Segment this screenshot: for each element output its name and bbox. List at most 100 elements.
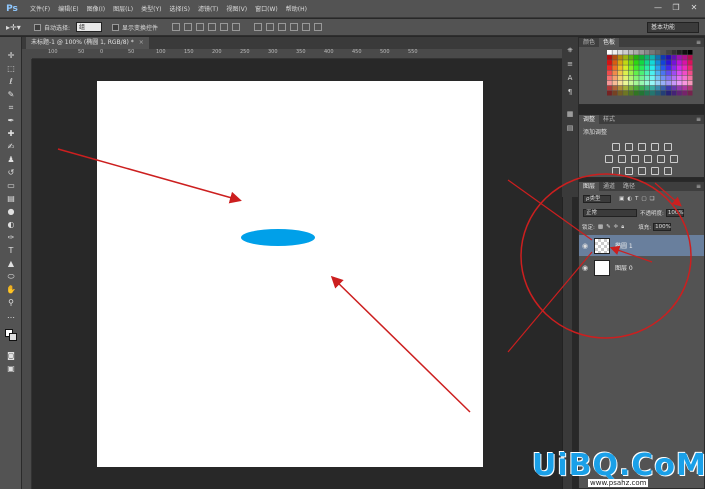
color-swatch[interactable] — [682, 50, 688, 55]
color-swatch[interactable] — [607, 80, 612, 86]
color-swatch[interactable] — [612, 60, 618, 65]
menu-edit[interactable]: 编辑(E) — [58, 4, 78, 13]
color-swatch[interactable] — [639, 80, 645, 86]
panel-menu-icon[interactable]: ≡ — [696, 182, 701, 191]
color-balance-icon[interactable] — [618, 155, 626, 163]
color-swatch[interactable] — [660, 80, 666, 86]
color-swatch[interactable] — [655, 65, 661, 70]
align-right-icon[interactable] — [232, 23, 241, 31]
color-swatch[interactable] — [617, 60, 623, 65]
color-swatch[interactable] — [671, 60, 677, 65]
color-swatch[interactable] — [660, 55, 666, 60]
lock-transparent-icon[interactable]: ▩ — [598, 224, 603, 230]
tab-layers[interactable]: 图层 — [579, 182, 600, 191]
color-swatch[interactable] — [644, 65, 650, 70]
color-swatch[interactable] — [633, 90, 639, 96]
menu-help[interactable]: 帮助(H) — [286, 4, 307, 13]
document-tab[interactable]: 未标题-1 @ 100% (椭圆 1, RGB/8) * × — [26, 37, 149, 49]
color-swatch[interactable] — [617, 55, 623, 60]
menu-type[interactable]: 类型(Y) — [141, 4, 161, 13]
shape-tool-icon[interactable]: ⬭ — [5, 272, 17, 282]
color-swatch[interactable] — [607, 90, 612, 96]
color-swatch[interactable] — [644, 60, 650, 65]
color-swatch[interactable] — [655, 70, 661, 76]
color-swatch[interactable] — [612, 85, 618, 91]
color-swatch[interactable] — [682, 70, 688, 76]
color-swatch[interactable] — [639, 60, 645, 65]
color-swatch[interactable] — [682, 65, 688, 70]
panel-menu-icon[interactable]: ≡ — [696, 38, 701, 47]
color-swatch[interactable] — [617, 85, 623, 91]
move-tool-icon[interactable]: ✛ — [5, 51, 17, 61]
color-swatch[interactable] — [639, 55, 645, 60]
color-swatch[interactable] — [623, 70, 628, 76]
vibrance-icon[interactable] — [663, 143, 672, 151]
curves-icon[interactable] — [637, 143, 646, 151]
color-swatch[interactable] — [623, 65, 628, 70]
color-swatch[interactable] — [676, 75, 682, 81]
show-transform-checkbox[interactable] — [112, 23, 120, 31]
history-panel-icon[interactable]: ⎈ — [565, 45, 575, 55]
color-swatch[interactable] — [623, 90, 628, 96]
align-vcenter-icon[interactable] — [184, 23, 193, 31]
color-swatch[interactable] — [687, 50, 693, 55]
color-swatch[interactable] — [612, 50, 618, 55]
color-swatch[interactable] — [655, 90, 661, 96]
layer-row-ellipse[interactable]: ◉ 椭圆 1 — [579, 235, 704, 256]
healing-tool-icon[interactable]: ✚ — [5, 129, 17, 139]
filter-pixel-icon[interactable]: ▣ — [619, 196, 624, 202]
color-swatch[interactable] — [666, 80, 671, 86]
tab-styles[interactable]: 样式 — [599, 115, 619, 124]
workspace-switcher[interactable]: 基本功能 — [647, 22, 699, 33]
auto-select-dropdown[interactable]: 组 — [76, 22, 103, 32]
hue-saturation-icon[interactable] — [605, 155, 613, 163]
color-swatch[interactable] — [676, 60, 682, 65]
move-tool-preset-icon[interactable]: ▸✛▾ — [6, 22, 24, 33]
color-swatch[interactable] — [660, 70, 666, 76]
swatch-grid[interactable] — [607, 50, 693, 96]
color-swatch[interactable] — [644, 80, 650, 86]
tab-paths[interactable]: 路径 — [619, 182, 639, 191]
color-lookup-icon[interactable] — [670, 155, 678, 163]
color-swatch[interactable] — [612, 65, 618, 70]
color-swatch[interactable] — [650, 65, 655, 70]
color-swatch[interactable] — [612, 55, 618, 60]
color-swatch[interactable] — [655, 50, 661, 55]
color-swatch[interactable] — [660, 50, 666, 55]
panel-menu-icon[interactable]: ≡ — [696, 115, 701, 124]
color-swatch[interactable] — [687, 65, 693, 70]
color-swatches-icon[interactable] — [5, 329, 17, 341]
color-swatch[interactable] — [687, 80, 693, 86]
paragraph-panel-icon[interactable]: ¶ — [565, 87, 575, 97]
screen-mode-icon[interactable]: ▣ — [5, 364, 17, 374]
document-canvas[interactable] — [97, 81, 483, 467]
color-swatch[interactable] — [633, 65, 639, 70]
distribute-vcenter-icon[interactable] — [266, 23, 275, 31]
color-swatch[interactable] — [623, 85, 628, 91]
filter-smart-icon[interactable]: ❏ — [650, 196, 655, 202]
brush-tool-icon[interactable]: ✍ — [5, 142, 17, 152]
distribute-hcenter-icon[interactable] — [302, 23, 311, 31]
color-swatch[interactable] — [676, 85, 682, 91]
menu-image[interactable]: 图像(I) — [87, 4, 105, 13]
color-swatch[interactable] — [671, 70, 677, 76]
color-swatch[interactable] — [628, 55, 634, 60]
lock-all-icon[interactable]: 🔒︎ — [621, 224, 624, 231]
character-panel-icon[interactable]: A — [565, 73, 575, 83]
color-swatch[interactable] — [650, 85, 655, 91]
black-white-icon[interactable] — [631, 155, 639, 163]
color-swatch[interactable] — [607, 55, 612, 60]
color-swatch[interactable] — [633, 50, 639, 55]
color-swatch[interactable] — [633, 70, 639, 76]
blend-mode-dropdown[interactable]: 正常 — [583, 209, 637, 217]
align-top-icon[interactable] — [172, 23, 181, 31]
color-swatch[interactable] — [660, 75, 666, 81]
quick-mask-icon[interactable]: ◙ — [5, 351, 17, 361]
tab-channels[interactable]: 通道 — [599, 182, 619, 191]
color-swatch[interactable] — [623, 50, 628, 55]
color-swatch[interactable] — [617, 50, 623, 55]
color-swatch[interactable] — [666, 60, 671, 65]
minimize-button[interactable]: — — [651, 2, 665, 13]
stamp-tool-icon[interactable]: ♟ — [5, 155, 17, 165]
color-swatch[interactable] — [607, 70, 612, 76]
